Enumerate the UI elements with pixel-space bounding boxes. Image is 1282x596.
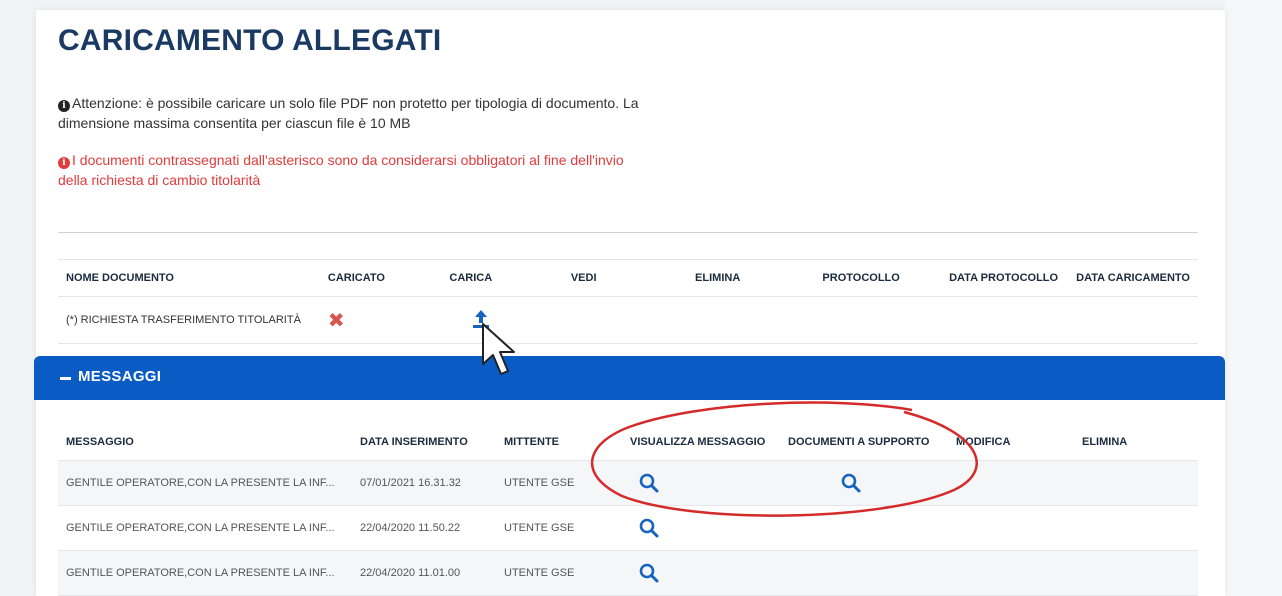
col-data-inserimento: DATA INSERIMENTO [352, 424, 496, 461]
view-message-cell [622, 460, 780, 506]
message-date: 07/01/2021 16.31.32 [352, 460, 496, 506]
message-date: 22/04/2020 11.01.00 [352, 550, 496, 596]
table-row: GENTILE OPERATORE,CON LA PRESENTE LA INF… [58, 460, 1198, 506]
messages-section-header[interactable]: MESSAGGI [34, 356, 1225, 400]
supporting-docs-cell [780, 460, 948, 506]
elimina-cell [1074, 550, 1198, 596]
col-documenti-a-supporto: DOCUMENTI A SUPPORTO [780, 424, 948, 461]
vedi-cell [562, 296, 688, 344]
search-icon[interactable] [638, 517, 660, 539]
modifica-cell [948, 505, 1074, 551]
col-elimina: ELIMINA [687, 259, 815, 297]
message-sender: UTENTE GSE [496, 460, 622, 506]
protocollo-cell [814, 296, 942, 344]
supporting-docs-cell [780, 505, 948, 551]
x-icon: ✖ [327, 309, 345, 332]
col-protocollo: PROTOCOLLO [814, 259, 942, 297]
page-title: CARICAMENTO ALLEGATI [58, 24, 442, 57]
search-icon[interactable] [638, 562, 660, 584]
documents-table: NOME DOCUMENTO CARICATO CARICA VEDI ELIM… [58, 259, 1198, 344]
data-protocollo-cell [941, 296, 1069, 344]
table-header-row: NOME DOCUMENTO CARICATO CARICA VEDI ELIM… [58, 259, 1198, 297]
col-carica: CARICA [441, 259, 563, 297]
page-margin [1225, 0, 1282, 596]
elimina-cell [1074, 460, 1198, 506]
message-sender: UTENTE GSE [496, 550, 622, 596]
col-mittente: MITTENTE [496, 424, 622, 461]
data-caricamento-cell [1068, 296, 1198, 344]
table-row: GENTILE OPERATORE,CON LA PRESENTE LA INF… [58, 550, 1198, 596]
view-message-cell [622, 505, 780, 551]
document-name: (*) RICHIESTA TRASFERIMENTO TITOLARITÀ [58, 296, 320, 344]
upload-cell [441, 296, 563, 344]
message-text: GENTILE OPERATORE,CON LA PRESENTE LA INF… [58, 550, 352, 596]
message-sender: UTENTE GSE [496, 505, 622, 551]
search-icon[interactable] [840, 472, 862, 494]
warning-note-text: I documenti contrassegnati dall'asterisc… [58, 152, 624, 188]
elimina-cell [1074, 505, 1198, 551]
col-nome-documento: NOME DOCUMENTO [58, 259, 320, 297]
col-modifica: MODIFICA [948, 424, 1074, 461]
not-uploaded-status: ✖ [319, 296, 442, 344]
info-icon: i [58, 100, 70, 112]
col-elimina: ELIMINA [1074, 424, 1198, 461]
col-data-caricamento: DATA CARICAMENTO [1068, 259, 1198, 297]
table-header-row: MESSAGGIO DATA INSERIMENTO MITTENTE VISU… [58, 424, 1198, 461]
col-vedi: VEDI [562, 259, 688, 297]
message-text: GENTILE OPERATORE,CON LA PRESENTE LA INF… [58, 505, 352, 551]
col-messaggio: MESSAGGIO [58, 424, 352, 461]
modifica-cell [948, 550, 1074, 596]
divider [58, 232, 1198, 233]
warning-note: iI documenti contrassegnati dall'asteris… [58, 150, 648, 190]
upload-icon[interactable] [471, 308, 491, 333]
elimina-cell [687, 296, 815, 344]
supporting-docs-cell [780, 550, 948, 596]
view-message-cell [622, 550, 780, 596]
messages-section-title: MESSAGGI [78, 368, 162, 385]
col-data-protocollo: DATA PROTOCOLLO [941, 259, 1069, 297]
messages-table: MESSAGGIO DATA INSERIMENTO MITTENTE VISU… [58, 424, 1198, 596]
info-note-text: Attenzione: è possibile caricare un solo… [58, 95, 639, 131]
message-date: 22/04/2020 11.50.22 [352, 505, 496, 551]
collapse-icon[interactable] [60, 377, 71, 380]
modifica-cell [948, 460, 1074, 506]
message-text: GENTILE OPERATORE,CON LA PRESENTE LA INF… [58, 460, 352, 506]
col-visualizza-messaggio: VISUALIZZA MESSAGGIO [622, 424, 780, 461]
col-caricato: CARICATO [319, 259, 442, 297]
table-row: GENTILE OPERATORE,CON LA PRESENTE LA INF… [58, 505, 1198, 551]
info-note: i Attenzione: è possibile caricare un sol… [58, 93, 648, 133]
search-icon[interactable] [638, 472, 660, 494]
info-icon: i [58, 157, 70, 169]
table-row: (*) RICHIESTA TRASFERIMENTO TITOLARITÀ ✖ [58, 296, 1198, 344]
